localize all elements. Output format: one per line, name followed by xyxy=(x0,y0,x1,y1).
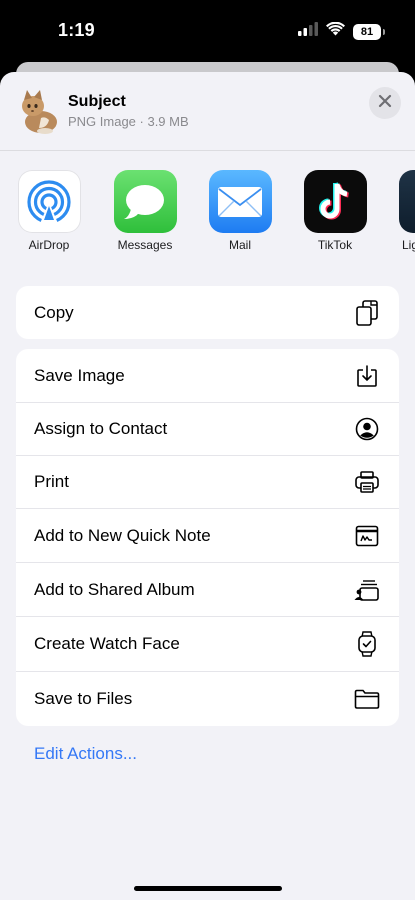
shared-album-icon xyxy=(353,576,381,604)
printer-icon xyxy=(353,468,381,496)
edit-actions-link[interactable]: Edit Actions... xyxy=(34,744,137,764)
subject-thumbnail xyxy=(19,88,61,134)
quick-note-icon xyxy=(353,522,381,550)
app-airdrop[interactable]: AirDrop xyxy=(9,170,89,252)
close-icon xyxy=(378,94,392,113)
action-label: Add to New Quick Note xyxy=(34,525,211,545)
action-shared-album[interactable]: Add to Shared Album xyxy=(16,562,399,616)
share-apps-row: AirDrop Messages Mail TikTok Lig xyxy=(0,170,415,260)
app-icon xyxy=(399,170,415,233)
share-title: Subject xyxy=(68,93,126,110)
app-label: TikTok xyxy=(317,238,353,252)
action-label: Assign to Contact xyxy=(34,419,168,438)
action-quick-note[interactable]: Add to New Quick Note xyxy=(16,508,399,562)
action-label: Create Watch Face xyxy=(34,634,180,653)
action-assign-contact[interactable]: Assign to Contact xyxy=(16,402,399,455)
action-save-files[interactable]: Save to Files xyxy=(16,671,399,726)
folder-icon xyxy=(353,685,381,713)
mail-icon xyxy=(208,170,272,233)
watch-icon xyxy=(353,630,381,658)
actions-group: Save Image Assign to Contact Print Add t… xyxy=(16,349,399,726)
app-tiktok[interactable]: TikTok xyxy=(295,170,375,252)
action-label: Save Image xyxy=(34,365,125,385)
save-image-icon xyxy=(353,362,381,390)
action-print[interactable]: Print xyxy=(16,455,399,508)
status-icons: 81 xyxy=(298,21,385,41)
copy-action[interactable]: Copy xyxy=(16,286,399,339)
messages-icon xyxy=(113,170,177,233)
action-watch-face[interactable]: Create Watch Face xyxy=(16,616,399,671)
close-button[interactable] xyxy=(369,87,401,119)
share-sheet: Subject PNG Image · 3.9 MB AirDrop Messa… xyxy=(0,72,415,900)
action-label: Add to Shared Album xyxy=(34,579,195,599)
action-save-image[interactable]: Save Image xyxy=(16,349,399,402)
tiktok-icon xyxy=(303,170,367,233)
app-messages[interactable]: Messages xyxy=(105,170,185,252)
wifi-icon xyxy=(326,21,345,41)
share-header: Subject PNG Image · 3.9 MB xyxy=(0,72,415,151)
app-label: AirDrop xyxy=(28,238,70,252)
app-partial[interactable]: Lig xyxy=(390,170,415,252)
status-bar: 1:19 81 xyxy=(0,0,415,62)
app-label: Messages xyxy=(117,238,173,252)
share-subtitle: PNG Image · 3.9 MB xyxy=(68,114,189,129)
action-label: Print xyxy=(34,472,69,491)
action-label: Copy xyxy=(34,302,74,322)
battery-icon: 81 xyxy=(353,23,385,40)
copy-group: Copy xyxy=(16,286,399,339)
status-time: 1:19 xyxy=(58,20,95,40)
home-indicator xyxy=(134,886,282,891)
app-mail[interactable]: Mail xyxy=(200,170,280,252)
cellular-signal-icon xyxy=(298,22,318,41)
copy-icon xyxy=(353,299,381,327)
app-label: Lig xyxy=(402,238,415,252)
action-label: Save to Files xyxy=(34,689,133,708)
airdrop-icon xyxy=(17,170,81,233)
contact-icon xyxy=(353,415,381,443)
app-label: Mail xyxy=(228,238,251,252)
